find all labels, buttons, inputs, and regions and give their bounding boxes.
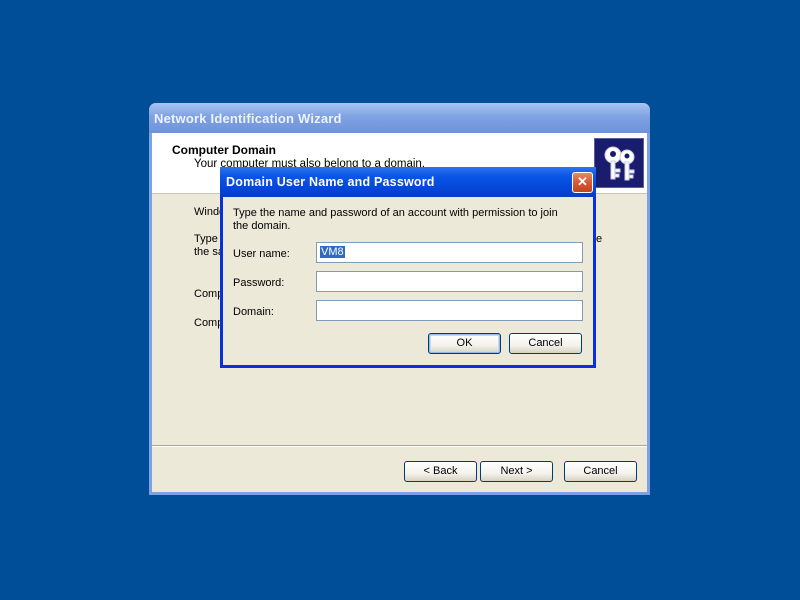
wizard-titlebar[interactable]: Network Identification Wizard: [149, 103, 650, 133]
dialog-instructions: Type the name and password of an account…: [233, 207, 558, 232]
wizard-header-title: Computer Domain: [172, 143, 277, 157]
password-field[interactable]: [316, 271, 583, 292]
dialog-titlebar[interactable]: Domain User Name and Password ✕: [220, 167, 596, 197]
close-icon[interactable]: ✕: [572, 172, 593, 193]
dialog-client-area: Type the name and password of an account…: [223, 197, 593, 365]
domain-label: Domain:: [233, 306, 274, 318]
wizard-body-text-2a: Type: [194, 233, 218, 245]
wizard-body-text-3: Comp: [194, 288, 224, 300]
username-field[interactable]: VM8: [316, 242, 583, 263]
wizard-body-text-4: Comp: [194, 317, 224, 329]
wizard-body-text-2-right: e: [596, 233, 603, 245]
dialog-title: Domain User Name and Password: [226, 175, 435, 189]
ok-button[interactable]: OK: [428, 333, 501, 354]
wizard-title: Network Identification Wizard: [154, 111, 342, 126]
next-button[interactable]: Next >: [480, 461, 553, 482]
password-label: Password:: [233, 277, 285, 289]
username-value: VM8: [320, 246, 345, 258]
wizard-footer-separator: [152, 445, 647, 447]
domain-field[interactable]: [316, 300, 583, 321]
back-button[interactable]: < Back: [404, 461, 477, 482]
wizard-cancel-button[interactable]: Cancel: [564, 461, 637, 482]
dialog-cancel-button[interactable]: Cancel: [509, 333, 582, 354]
username-label: User name:: [233, 248, 290, 260]
keys-icon: [594, 138, 644, 188]
domain-credentials-dialog: Domain User Name and Password ✕ Type the…: [220, 167, 596, 368]
